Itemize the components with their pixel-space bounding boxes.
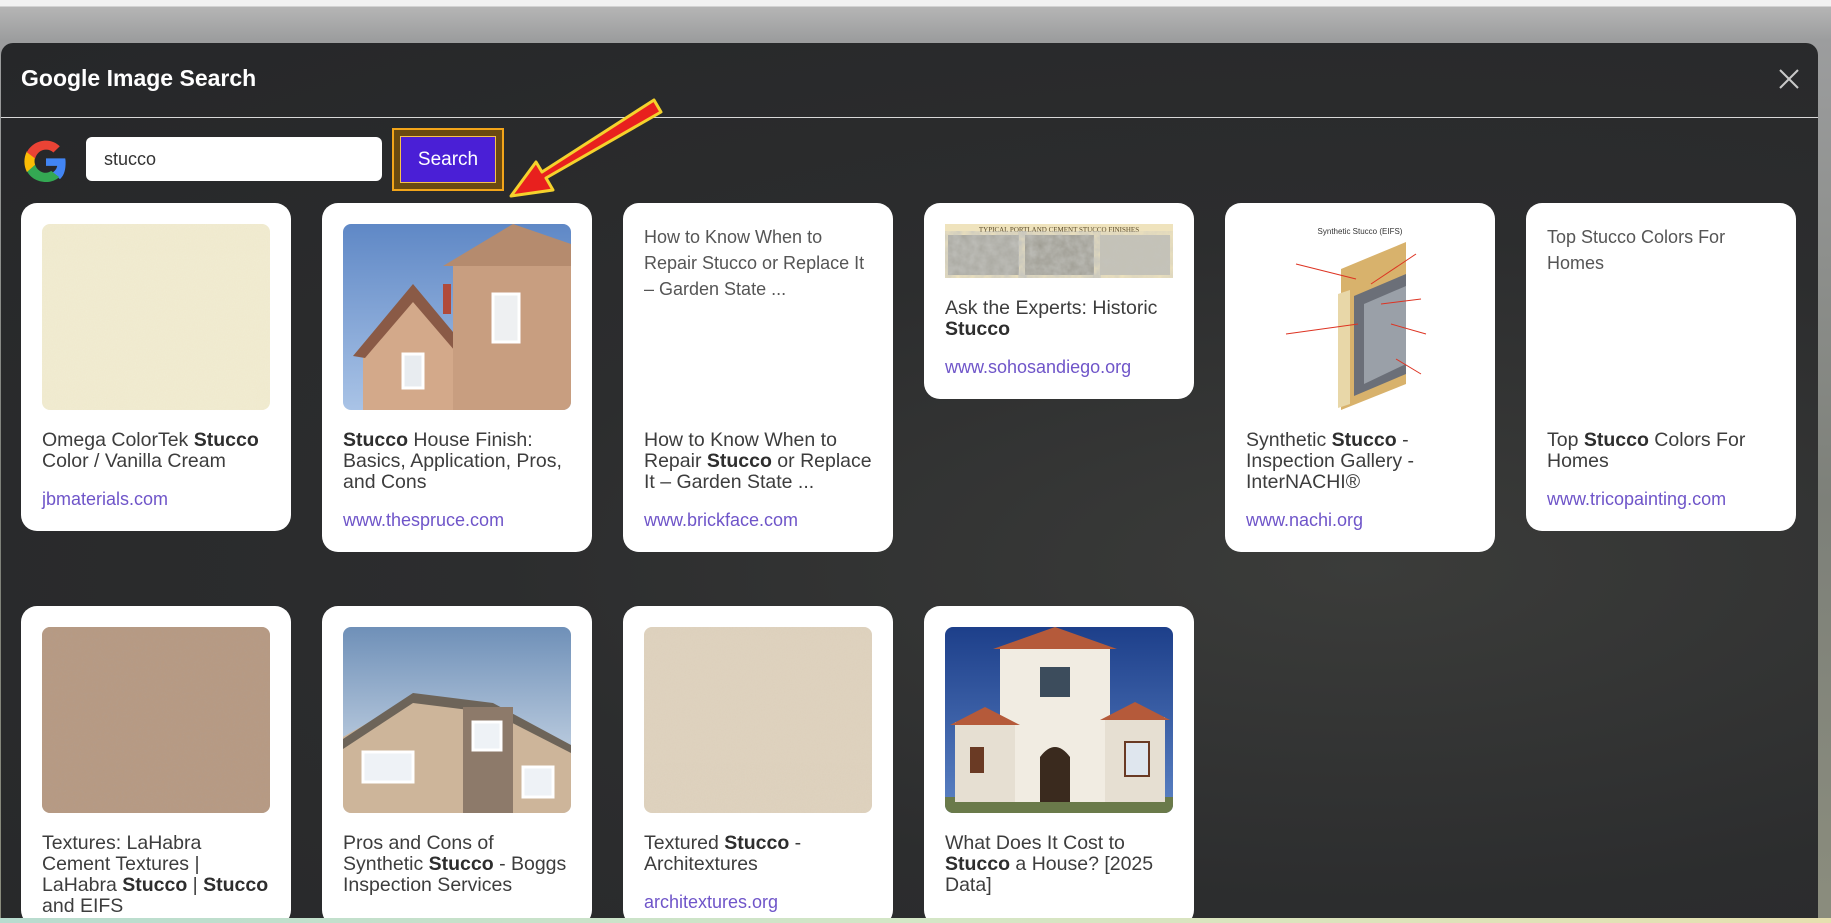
image-caption: TYPICAL PORTLAND CEMENT STUCCO FINISHES bbox=[979, 226, 1139, 234]
result-card[interactable]: Synthetic Stucco (EIFS) Synthetic Stucco… bbox=[1225, 203, 1495, 552]
result-image[interactable]: Synthetic Stucco (EIFS) bbox=[1246, 224, 1474, 410]
close-icon[interactable] bbox=[1775, 65, 1803, 93]
result-title[interactable]: How to Know When to Repair Stucco or Rep… bbox=[644, 430, 872, 493]
image-search-modal: Google Image Search Search bbox=[1, 43, 1818, 918]
result-card[interactable]: Stucco House Finish: Basics, Application… bbox=[322, 203, 592, 552]
result-source-link[interactable]: www.thespruce.com bbox=[343, 510, 571, 531]
image-caption: Synthetic Stucco (EIFS) bbox=[1318, 227, 1403, 236]
result-source-link[interactable]: www.tricopainting.com bbox=[1547, 489, 1775, 510]
result-image[interactable]: TYPICAL PORTLAND CEMENT STUCCO FINISHES bbox=[945, 224, 1173, 278]
result-title[interactable]: What Does It Cost to Stucco a House? [20… bbox=[945, 833, 1173, 896]
result-card[interactable]: How to Know When to Repair Stucco or Rep… bbox=[623, 203, 893, 552]
red-arrow-icon bbox=[509, 98, 663, 198]
result-card[interactable]: Top Stucco Colors For Homes Top Stucco C… bbox=[1526, 203, 1796, 531]
result-title[interactable]: Omega ColorTek Stucco Color / Vanilla Cr… bbox=[42, 430, 270, 472]
result-image[interactable] bbox=[644, 627, 872, 813]
result-image[interactable] bbox=[343, 627, 571, 813]
result-title[interactable]: Synthetic Stucco - Inspection Gallery - … bbox=[1246, 430, 1474, 493]
search-input[interactable] bbox=[86, 137, 382, 181]
result-card[interactable]: Textures: LaHabra Cement Textures | LaHa… bbox=[21, 606, 291, 918]
result-image-broken[interactable]: How to Know When to Repair Stucco or Rep… bbox=[644, 224, 872, 410]
result-image[interactable] bbox=[42, 224, 270, 410]
result-card[interactable]: Pros and Cons of Synthetic Stucco - Bogg… bbox=[322, 606, 592, 918]
result-source-link[interactable]: architextures.org bbox=[644, 892, 872, 913]
background-strip bbox=[0, 918, 1831, 923]
search-button[interactable]: Search bbox=[400, 136, 496, 183]
result-card[interactable]: Textured Stucco - Architextures architex… bbox=[623, 606, 893, 918]
result-title[interactable]: Top Stucco Colors For Homes bbox=[1547, 430, 1775, 472]
result-image[interactable] bbox=[945, 627, 1173, 813]
result-image[interactable] bbox=[42, 627, 270, 813]
result-title[interactable]: Pros and Cons of Synthetic Stucco - Bogg… bbox=[343, 833, 571, 896]
search-button-highlight: Search bbox=[392, 128, 504, 191]
result-image-broken[interactable]: Top Stucco Colors For Homes bbox=[1547, 224, 1775, 410]
result-title[interactable]: Stucco House Finish: Basics, Application… bbox=[343, 430, 571, 493]
result-card[interactable]: Omega ColorTek Stucco Color / Vanilla Cr… bbox=[21, 203, 291, 531]
result-source-link[interactable]: www.brickface.com bbox=[644, 510, 872, 531]
result-source-link[interactable]: www.nachi.org bbox=[1246, 510, 1474, 531]
result-card[interactable]: TYPICAL PORTLAND CEMENT STUCCO FINISHES … bbox=[924, 203, 1194, 399]
modal-title: Google Image Search bbox=[21, 65, 257, 91]
result-source-link[interactable]: jbmaterials.com bbox=[42, 489, 270, 510]
result-title[interactable]: Textured Stucco - Architextures bbox=[644, 833, 872, 875]
modal-header: Google Image Search bbox=[1, 43, 1818, 118]
result-image[interactable] bbox=[343, 224, 571, 410]
result-title[interactable]: Ask the Experts: Historic Stucco bbox=[945, 298, 1173, 340]
result-card[interactable]: What Does It Cost to Stucco a House? [20… bbox=[924, 606, 1194, 918]
google-g-icon bbox=[22, 138, 70, 186]
result-source-link[interactable]: www.sohosandiego.org bbox=[945, 357, 1173, 378]
result-title[interactable]: Textures: LaHabra Cement Textures | LaHa… bbox=[42, 833, 270, 917]
